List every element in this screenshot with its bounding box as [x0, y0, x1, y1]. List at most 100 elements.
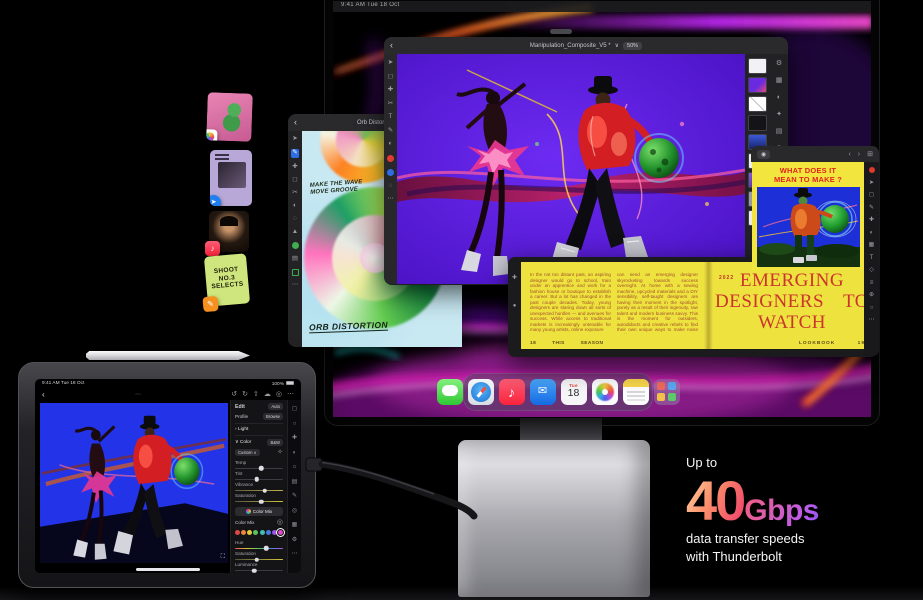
dock-notes-icon[interactable] — [623, 379, 649, 405]
magazine-page[interactable]: WHAT DOES IT MEAN TO MAKE ? — [752, 162, 864, 270]
undo-icon[interactable]: ↺ — [231, 391, 237, 398]
ellipse-tool-icon[interactable]: ○ — [870, 305, 874, 311]
text-tool-icon[interactable]: T — [870, 255, 874, 261]
blur-tool-icon[interactable]: ◌ — [389, 183, 393, 190]
adjustments-icon[interactable]: ▦ — [776, 77, 783, 84]
table-tool-icon[interactable]: ▦ — [869, 242, 875, 248]
canvas-handle[interactable]: ⋯ — [45, 391, 232, 398]
presets-icon[interactable]: ▤ — [292, 479, 298, 485]
next-page-icon[interactable]: › — [858, 151, 860, 158]
dock-photos-icon[interactable] — [592, 379, 618, 405]
active-color-swatch[interactable] — [292, 242, 299, 249]
slider-row[interactable]: Tint — [235, 471, 283, 482]
pages-grid-icon[interactable]: ⊞ — [867, 151, 873, 158]
layer-thumbnail[interactable] — [748, 77, 767, 93]
layer-thumbnail[interactable] — [748, 58, 767, 74]
add-icon[interactable]: ✚ — [292, 435, 297, 441]
sticky-note-widget[interactable]: SHOOT NO.3 SELECTS ✎ — [204, 253, 250, 306]
move-tool-icon[interactable]: ➤ — [388, 60, 393, 67]
dodge-tool-icon[interactable]: ◐ — [389, 141, 393, 148]
zoom-tool-icon[interactable]: ⊕ — [869, 292, 874, 298]
pen-tool-icon[interactable]: ✎ — [869, 205, 874, 211]
slider-row[interactable]: Vibrance — [235, 482, 283, 493]
heal-tool-icon[interactable]: ○ — [293, 421, 297, 427]
back-chevron-icon[interactable]: ‹ — [294, 118, 297, 127]
channels-icon[interactable]: ▤ — [776, 128, 783, 135]
layer-color-chip[interactable] — [292, 269, 299, 276]
color-section[interactable]: ∨ ColorB&W — [235, 435, 283, 446]
paragraph-icon[interactable]: ≡ — [870, 280, 874, 286]
teal-channel-dot[interactable] — [260, 530, 265, 535]
redo-icon[interactable]: ↻ — [242, 391, 248, 398]
text-tool-icon[interactable]: T — [389, 114, 393, 121]
foreground-color-swatch[interactable] — [387, 155, 394, 162]
browse-button[interactable]: Browse — [263, 413, 283, 420]
title-caret-icon[interactable]: ∨ — [615, 42, 619, 49]
crop-tool-icon[interactable]: ✂ — [388, 101, 393, 108]
target-icon[interactable]: ◎ — [277, 519, 283, 526]
slider-row[interactable]: Luminance — [235, 562, 283, 573]
slider-row[interactable]: Hue — [235, 540, 283, 551]
slider-row[interactable]: Saturation — [235, 551, 283, 562]
dock-calendar-icon[interactable]: Tue 18 — [561, 379, 587, 405]
home-indicator[interactable] — [136, 568, 200, 571]
record-dot-icon[interactable] — [869, 167, 875, 173]
share-icon[interactable]: ⇧ — [253, 391, 259, 398]
cut-tool-icon[interactable]: ✂ — [292, 190, 297, 197]
cloud-sync-icon[interactable]: ☁ — [264, 391, 271, 398]
poster-card-widget[interactable]: ➤ — [210, 150, 252, 206]
layer-thumbnail[interactable] — [748, 115, 767, 131]
fullscreen-icon[interactable]: ⛶ — [221, 554, 225, 561]
filters-icon[interactable]: ◐ — [777, 94, 781, 101]
move-tool-icon[interactable]: ➤ — [869, 180, 874, 186]
blue-channel-dot[interactable] — [266, 530, 271, 535]
more-icon[interactable]: ⋯ — [292, 551, 298, 557]
shape-tool-icon[interactable]: ◇ — [869, 267, 874, 273]
zoom-level-badge[interactable]: 50% — [623, 42, 642, 50]
masking-icon[interactable]: ◎ — [292, 508, 297, 514]
marquee-tool-icon[interactable]: ◻ — [292, 177, 297, 184]
dock-mail-icon[interactable]: ✉ — [530, 379, 556, 405]
lightroom-canvas[interactable]: ⛶ — [35, 400, 230, 573]
dock-safari-icon[interactable] — [468, 379, 494, 405]
custom-dropdown[interactable]: Custom ∨ — [235, 449, 260, 456]
more-icon[interactable]: ⋯ — [287, 391, 294, 398]
fill-tool-icon[interactable]: ◐ — [870, 230, 874, 236]
prev-page-icon[interactable]: ‹ — [848, 151, 850, 158]
paint-tool-icon[interactable]: ✎ — [388, 128, 393, 135]
slider-row[interactable]: Temp — [235, 460, 283, 471]
magenta-channel-dot[interactable] — [278, 530, 283, 535]
more-tools-icon[interactable]: ⋯ — [869, 317, 875, 323]
red-channel-dot[interactable] — [235, 530, 240, 535]
light-section[interactable]: › Light — [235, 423, 283, 432]
more-tools-icon[interactable]: ⋯ — [387, 196, 394, 203]
more-tools-icon[interactable]: ⋯ — [292, 282, 299, 289]
info-icon[interactable]: ◎ — [276, 391, 282, 398]
light-icon[interactable]: ☼ — [292, 464, 298, 470]
magazine-window-titlebar[interactable]: ◉ ‹ › ⊞ — [751, 146, 879, 162]
shape-tool-icon[interactable]: ▲ — [292, 229, 298, 236]
dock-app-library-icon[interactable] — [654, 379, 680, 405]
add-icon[interactable]: ✚ — [512, 275, 517, 281]
window-drag-handle[interactable] — [550, 29, 572, 34]
geometry-icon[interactable]: ▦ — [292, 522, 298, 528]
photo-window-titlebar[interactable]: ‹ Manipulation_Composite_V5 * ∨ 50% — [384, 37, 788, 54]
fill-tool-icon[interactable]: ◐ — [293, 203, 297, 210]
brush-tool-icon[interactable]: ✎ — [291, 149, 298, 158]
camera-icon[interactable]: ◉ — [757, 150, 770, 159]
smudge-tool-icon[interactable]: ◌ — [293, 216, 297, 223]
brush-icon[interactable]: ✎ — [292, 493, 297, 499]
transform-tool-icon[interactable]: ✚ — [388, 87, 393, 94]
record-dot-icon[interactable]: ● — [513, 303, 517, 309]
select-tool-icon[interactable]: ➤ — [292, 136, 297, 143]
green-channel-dot[interactable] — [253, 530, 258, 535]
settings-icon[interactable]: ⚙ — [776, 60, 782, 67]
color-mix-button[interactable]: Color Mix — [235, 507, 283, 516]
layer-thumbnail[interactable] — [748, 96, 767, 112]
add-tool-icon[interactable]: ✚ — [869, 217, 874, 223]
tone-icon[interactable]: ◐ — [293, 450, 297, 456]
layers-icon[interactable]: ▤ — [292, 256, 298, 263]
auto-button[interactable]: Auto — [268, 403, 283, 410]
orange-channel-dot[interactable] — [241, 530, 246, 535]
slider-row[interactable]: Saturation — [235, 493, 283, 504]
